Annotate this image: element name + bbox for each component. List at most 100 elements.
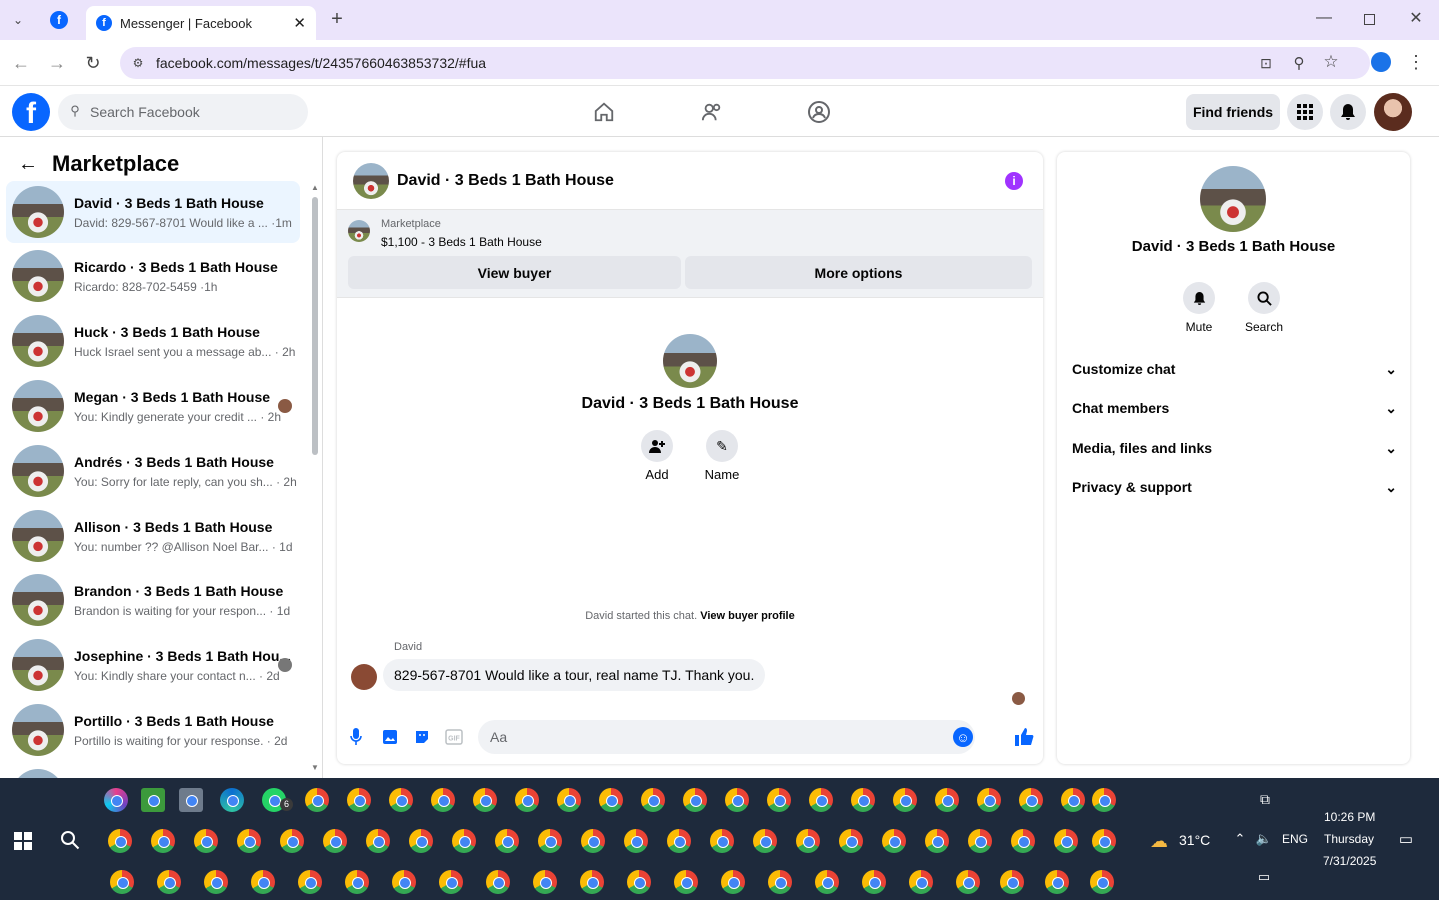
chrome-icon[interactable]: [667, 829, 691, 853]
restore-icon[interactable]: [1360, 10, 1378, 28]
chrome-icon[interactable]: [533, 870, 557, 894]
site-info-icon[interactable]: ⚙: [130, 55, 146, 71]
chrome-icon[interactable]: [1092, 788, 1116, 812]
chrome-icon[interactable]: [768, 870, 792, 894]
privacy-support-section[interactable]: Privacy & support ⌄: [1072, 479, 1397, 496]
chrome-icon[interactable]: [580, 870, 604, 894]
chrome-icon[interactable]: [710, 829, 734, 853]
scroll-down-icon[interactable]: ▼: [311, 763, 319, 772]
chrome-icon[interactable]: [674, 870, 698, 894]
chrome-icon[interactable]: [809, 788, 833, 812]
media-files-links-section[interactable]: Media, files and links ⌄: [1072, 440, 1397, 457]
mute-action[interactable]: Mute: [1169, 282, 1229, 334]
listing-title[interactable]: $1,100 - 3 Beds 1 Bath House: [381, 235, 542, 249]
conversation-item[interactable]: Allison · 3 Beds 1 Bath House You: number…: [6, 505, 300, 567]
facebook-logo-icon[interactable]: f: [12, 93, 50, 131]
conversation-item[interactable]: Portillo · 3 Beds 1 Bath House Portillo i…: [6, 699, 300, 761]
search-action[interactable]: Search: [1234, 282, 1294, 334]
profile-avatar[interactable]: [663, 334, 717, 388]
desktop-icon[interactable]: ▭: [1255, 869, 1273, 885]
temperature[interactable]: 31°C: [1179, 832, 1210, 848]
volume-icon[interactable]: 🔈: [1255, 831, 1273, 847]
forward-icon[interactable]: →: [46, 52, 68, 74]
message-bubble[interactable]: 829-567-8701 Would like a tour, real nam…: [383, 659, 766, 691]
chrome-icon[interactable]: [1090, 870, 1114, 894]
search-facebook-input[interactable]: ⚲ Search Facebook: [58, 94, 308, 130]
chrome-icon[interactable]: [882, 829, 906, 853]
chrome-icon[interactable]: [1045, 870, 1069, 894]
chrome-icon[interactable]: [409, 829, 433, 853]
info-icon[interactable]: i: [1005, 172, 1023, 190]
message-input[interactable]: Aa ☺: [478, 720, 975, 754]
back-arrow-icon[interactable]: ←: [18, 153, 38, 176]
copilot-icon[interactable]: [104, 788, 128, 812]
conversation-item[interactable]: Huck · 3 Beds 1 Bath House Huck Israel se…: [6, 310, 300, 372]
chrome-icon[interactable]: [486, 870, 510, 894]
thumbs-up-icon[interactable]: [1013, 726, 1035, 748]
chrome-icon[interactable]: [627, 870, 651, 894]
chrome-icon[interactable]: [624, 829, 648, 853]
chrome-icon[interactable]: [796, 829, 820, 853]
find-friends-button[interactable]: Find friends: [1186, 94, 1280, 130]
conversation-item[interactable]: [6, 764, 300, 778]
chrome-icon[interactable]: [473, 788, 497, 812]
chrome-icon[interactable]: [925, 829, 949, 853]
groups-icon[interactable]: [805, 99, 833, 125]
chrome-icon[interactable]: [893, 788, 917, 812]
add-people-action[interactable]: Add: [627, 430, 687, 482]
clock-time[interactable]: 10:26 PM: [1324, 810, 1375, 824]
chrome-icon[interactable]: [641, 788, 665, 812]
bookmark-star-icon[interactable]: ☆: [1321, 52, 1341, 72]
chrome-icon[interactable]: [1011, 829, 1035, 853]
close-tab-icon[interactable]: ✕: [293, 14, 306, 32]
chrome-icon[interactable]: [581, 829, 605, 853]
notification-center-icon[interactable]: ▭: [1396, 829, 1416, 849]
weather-icon[interactable]: ☁: [1146, 830, 1172, 852]
chrome-icon[interactable]: [683, 788, 707, 812]
chrome-icon[interactable]: [977, 788, 1001, 812]
chrome-icon[interactable]: [345, 870, 369, 894]
chat-avatar[interactable]: [353, 162, 389, 199]
zoom-icon[interactable]: ⚲: [1289, 53, 1309, 73]
conversation-scrollbar[interactable]: [312, 197, 318, 455]
chrome-icon[interactable]: [298, 870, 322, 894]
chrome-icon[interactable]: [157, 870, 181, 894]
new-tab-icon[interactable]: +: [326, 8, 348, 30]
friends-icon[interactable]: [698, 99, 726, 125]
chrome-icon[interactable]: [909, 870, 933, 894]
windows-start-icon[interactable]: [12, 830, 34, 852]
chrome-icon[interactable]: [431, 788, 455, 812]
chrome-icon[interactable]: [110, 870, 134, 894]
more-options-button[interactable]: More options: [685, 256, 1032, 289]
clock-day[interactable]: Thursday: [1324, 832, 1374, 846]
chat-members-section[interactable]: Chat members ⌄: [1072, 400, 1397, 417]
chrome-icon[interactable]: [1061, 788, 1085, 812]
clock-date[interactable]: 7/31/2025: [1323, 854, 1376, 868]
view-buyer-profile-link[interactable]: View buyer profile: [700, 610, 795, 622]
chrome-icon[interactable]: [767, 788, 791, 812]
chrome-icon[interactable]: [392, 870, 416, 894]
chrome-icon[interactable]: [815, 870, 839, 894]
gif-icon[interactable]: GIF: [445, 728, 463, 746]
chrome-icon[interactable]: [1054, 829, 1078, 853]
chat-title[interactable]: David · 3 Beds 1 Bath House: [397, 172, 614, 190]
home-icon[interactable]: [590, 99, 618, 125]
chrome-icon[interactable]: [839, 829, 863, 853]
url-field[interactable]: ⚙ facebook.com/messages/t/24357660463853…: [120, 47, 1370, 79]
listing-thumbnail[interactable]: [348, 220, 370, 242]
chrome-icon[interactable]: [366, 829, 390, 853]
chrome-icon[interactable]: [495, 829, 519, 853]
details-avatar[interactable]: [1200, 166, 1266, 232]
scroll-up-icon[interactable]: ▲: [311, 183, 319, 192]
chrome-icon[interactable]: [439, 870, 463, 894]
chrome-icon[interactable]: [968, 829, 992, 853]
chrome-icon[interactable]: [305, 788, 329, 812]
chrome-icon[interactable]: [1092, 829, 1116, 853]
customize-chat-section[interactable]: Customize chat ⌄: [1072, 361, 1397, 378]
tab-messenger[interactable]: f Messenger | Facebook ✕: [86, 6, 316, 40]
sender-avatar[interactable]: [351, 664, 377, 690]
edit-name-action[interactable]: ✎ Name: [692, 430, 752, 482]
emoji-icon[interactable]: ☺: [953, 727, 973, 747]
meet-now-icon[interactable]: ⧉: [1256, 790, 1274, 808]
chrome-icon[interactable]: [108, 829, 132, 853]
